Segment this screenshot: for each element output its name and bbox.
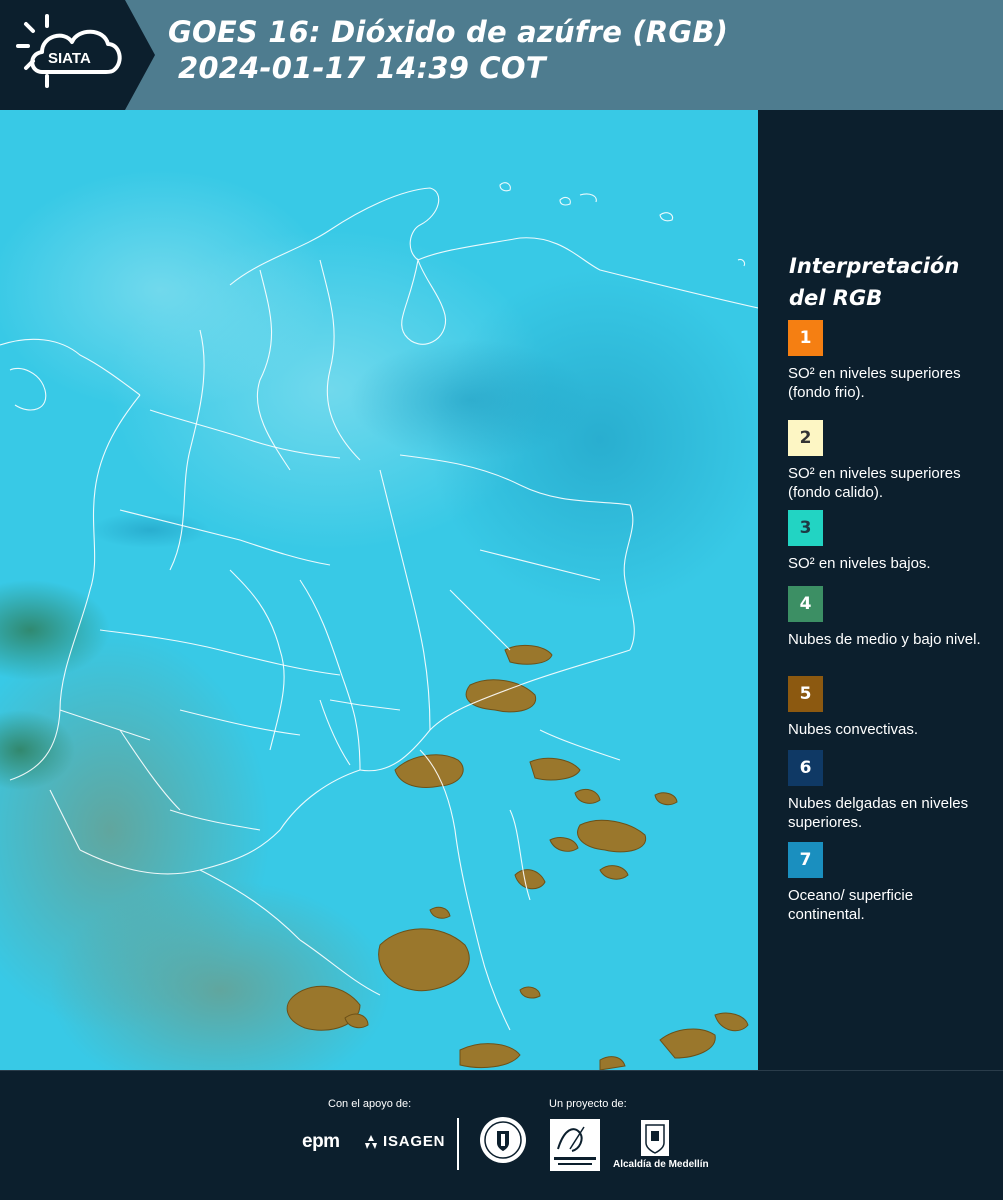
legend-label: SO² en niveles superiores (fondo calido)… xyxy=(788,465,961,501)
legend-label: Nubes de medio y bajo nivel. xyxy=(788,631,981,648)
legend-label: Nubes delgadas en niveles superiores. xyxy=(788,795,969,831)
legend-title: Interpretación del RGB xyxy=(789,254,960,310)
page-title: GOES 16: Dióxido de azúfre (RGB) 2024-01… xyxy=(168,14,728,86)
legend-swatch: 3 xyxy=(788,510,823,546)
sun-cloud-icon: SIATA xyxy=(16,14,122,88)
legend-item: 7 Oceano/ superficie continental. xyxy=(788,842,993,924)
legend-item: 1 SO² en niveles superiores (fondo frio). xyxy=(788,320,993,402)
satellite-image xyxy=(0,110,758,1070)
legend-label: Nubes convectivas. xyxy=(788,721,919,738)
isagen-logo[interactable]: ISAGEN xyxy=(362,1133,445,1150)
legend-swatch: 5 xyxy=(788,676,823,712)
title-timestamp: 2024-01-17 14:39 COT xyxy=(178,51,546,85)
legend-swatch: 7 xyxy=(788,842,823,878)
legend-panel: Interpretación del RGB 1 SO² en niveles s… xyxy=(760,110,1003,1070)
legend-label: Oceano/ superficie continental. xyxy=(788,887,914,923)
alcaldia-crest-icon[interactable] xyxy=(640,1119,670,1157)
logo-text: SIATA xyxy=(48,50,91,67)
isagen-mark-icon xyxy=(365,1134,377,1149)
epm-text: epm xyxy=(302,1131,340,1152)
legend-swatch: 2 xyxy=(788,420,823,456)
alcaldia-label: Alcaldía de Medellín xyxy=(613,1159,709,1170)
legend-item: 3 SO² en niveles bajos. xyxy=(788,510,993,573)
footer: Con el apoyo de: Un proyecto de: epm ISA… xyxy=(0,1070,1003,1200)
legend-swatch: 6 xyxy=(788,750,823,786)
legend-item: 6 Nubes delgadas en niveles superiores. xyxy=(788,750,993,832)
siata-logo[interactable]: SIATA xyxy=(12,10,132,100)
legend-swatch: 4 xyxy=(788,586,823,622)
satellite-map[interactable] xyxy=(0,110,758,1070)
title-product: GOES 16: Dióxido de azúfre (RGB) xyxy=(168,15,729,49)
header: SIATA GOES 16: Dióxido de azúfre (RGB) 2… xyxy=(0,0,1003,110)
area-metropolitana-logo-icon[interactable] xyxy=(550,1119,600,1171)
support-label: Con el apoyo de: xyxy=(328,1098,412,1110)
project-label: Un proyecto de: xyxy=(549,1098,627,1110)
legend-swatch: 1 xyxy=(788,320,823,356)
municipal-seal-icon[interactable] xyxy=(478,1115,528,1165)
epm-logo[interactable]: epm xyxy=(302,1131,340,1153)
legend-item: 5 Nubes convectivas. xyxy=(788,676,993,739)
legend-label: SO² en niveles superiores (fondo frio). xyxy=(788,365,961,401)
legend-label: SO² en niveles bajos. xyxy=(788,555,931,572)
legend-item: 2 SO² en niveles superiores (fondo calido… xyxy=(788,420,993,502)
legend-item: 4 Nubes de medio y bajo nivel. xyxy=(788,586,993,649)
isagen-text: ISAGEN xyxy=(383,1133,446,1150)
footer-divider xyxy=(457,1118,459,1170)
